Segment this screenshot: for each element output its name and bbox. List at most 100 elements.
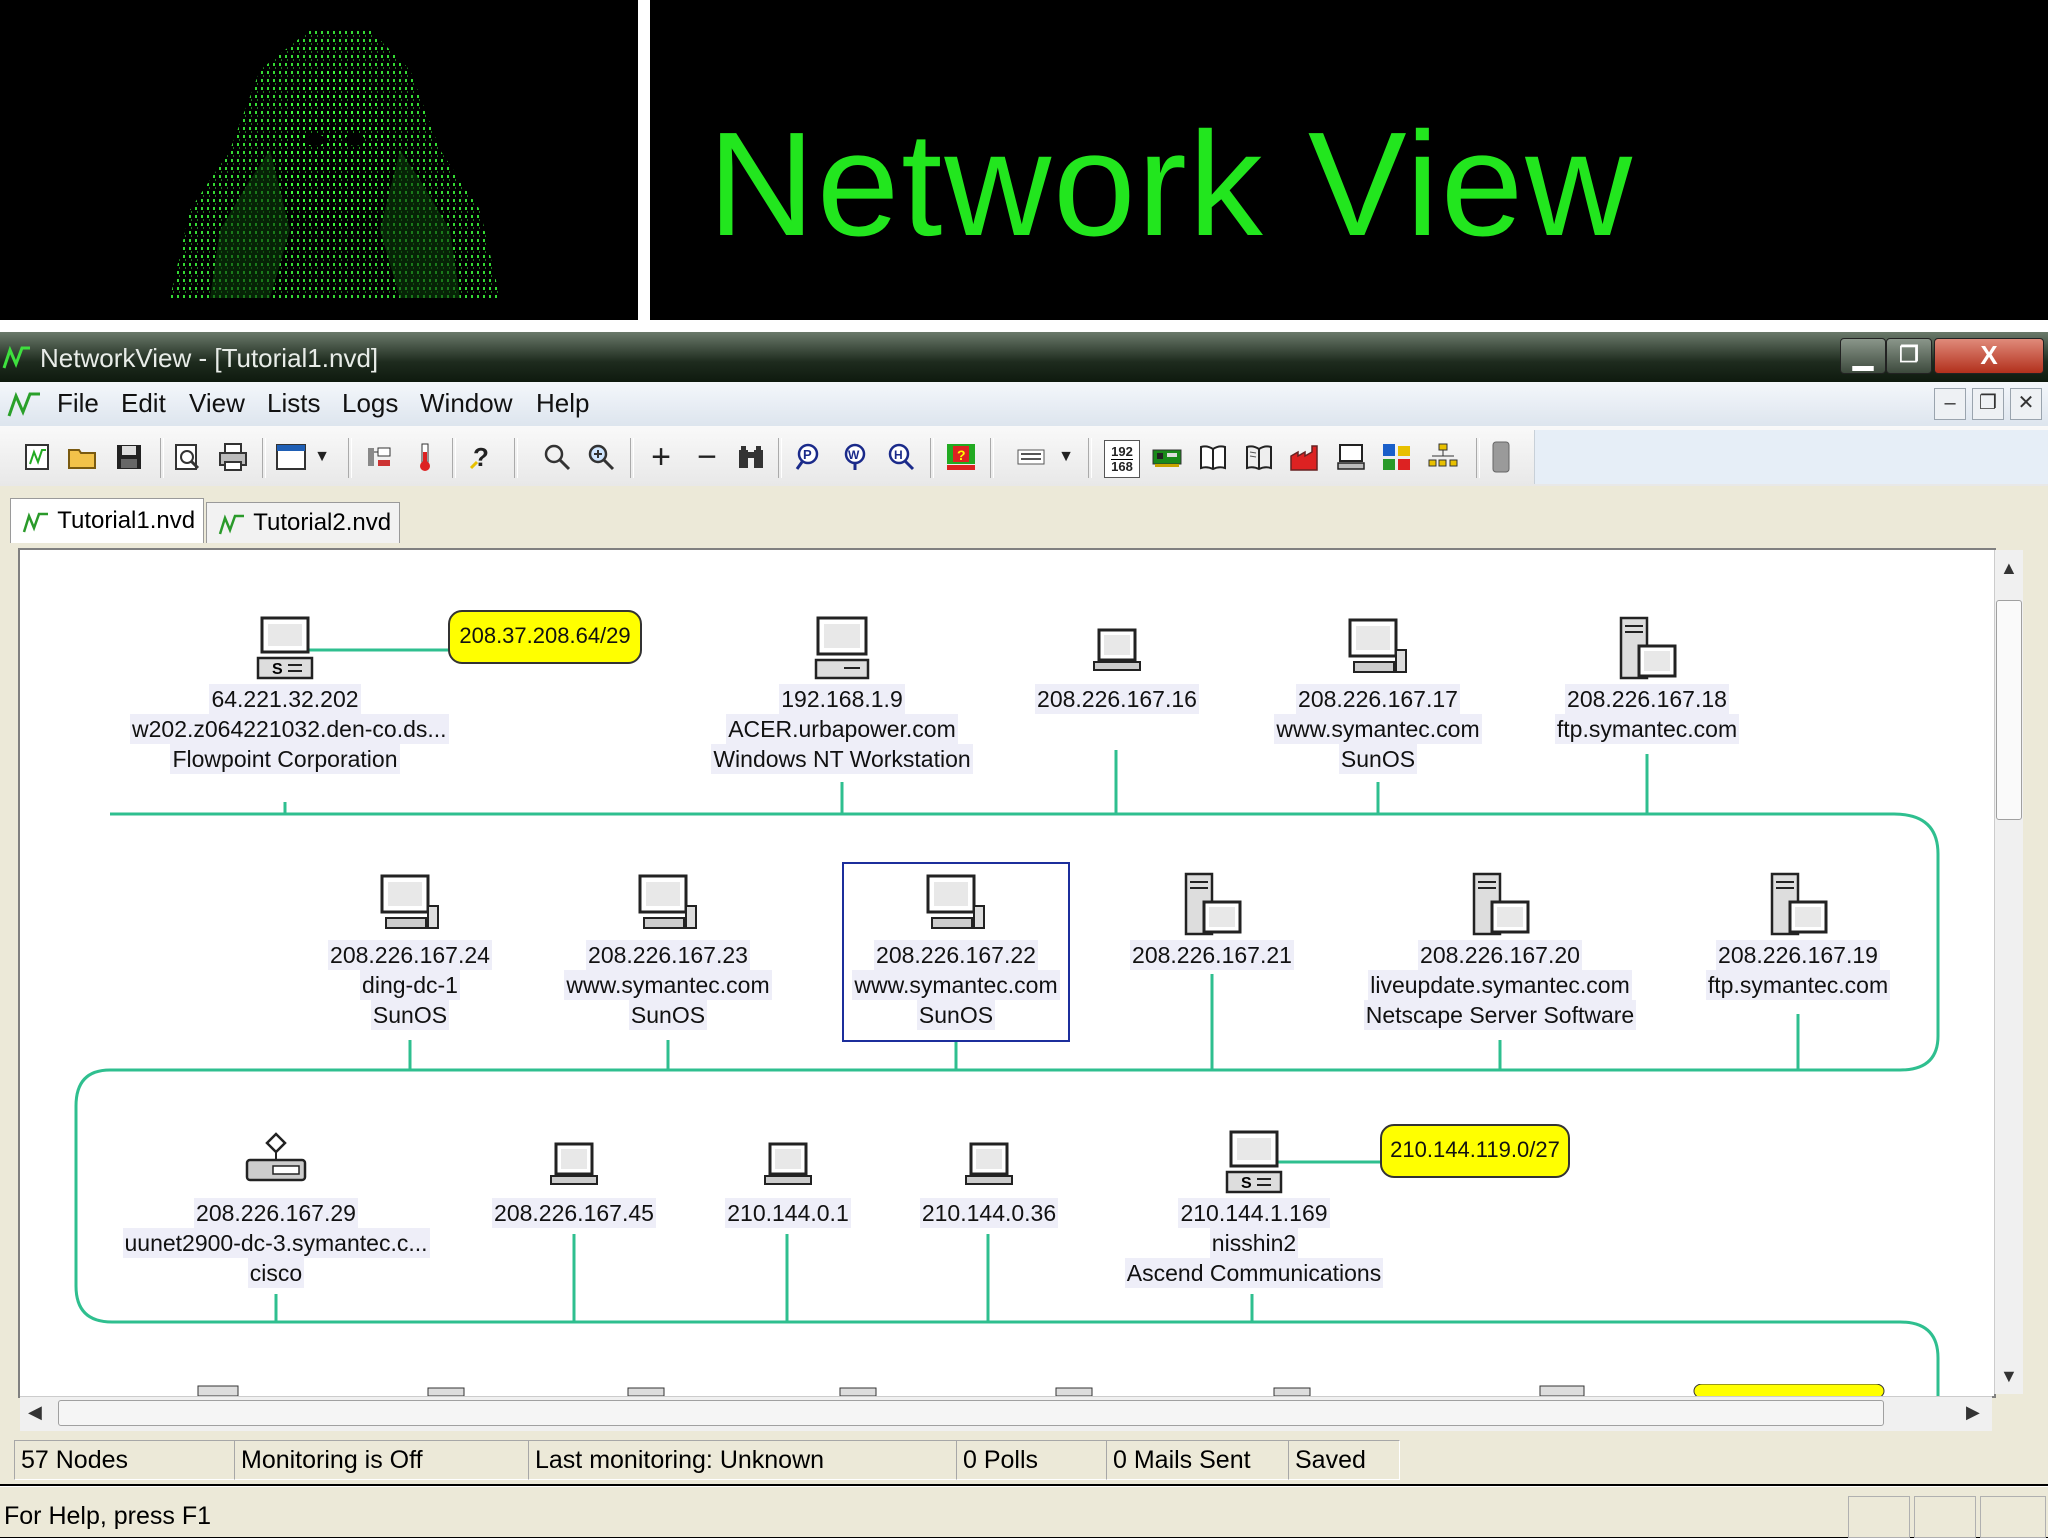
help-icon[interactable]: ? — [464, 440, 498, 474]
slide-title: Network View — [708, 102, 1635, 267]
network-tree-icon[interactable] — [1426, 440, 1460, 474]
network-node[interactable]: 192.168.1.9 ACER.urbapower.com Windows N… — [706, 616, 978, 774]
network-document-icon — [22, 512, 48, 533]
node-label: Flowpoint Corporation — [170, 744, 400, 774]
toolbar-separator — [778, 438, 782, 478]
close-button[interactable]: X — [1934, 338, 2044, 374]
list-view-icon[interactable] — [1014, 440, 1048, 474]
vertical-scroll-thumb[interactable] — [1996, 600, 2022, 820]
network-node[interactable]: 208.226.167.20 liveupdate.symantec.com N… — [1360, 872, 1640, 1030]
menu-edit[interactable]: Edit — [121, 388, 166, 419]
mdi-restore-button[interactable]: ❐ — [1972, 388, 2004, 420]
stop-monitor-icon[interactable] — [1484, 440, 1518, 474]
chevron-down-icon[interactable]: ▼ — [312, 440, 332, 474]
network-node[interactable]: 208.226.167.19 ftp.symantec.com — [1696, 872, 1900, 1000]
device-types-icon[interactable] — [1380, 440, 1414, 474]
factory-icon[interactable] — [1288, 440, 1322, 474]
computer-list-icon[interactable] — [1334, 440, 1368, 474]
network-node[interactable]: S 210.144.1.169 nisshin2 Ascend Communic… — [1116, 1130, 1392, 1288]
node-label: www.symantec.com — [852, 970, 1060, 1000]
menu-help[interactable]: Help — [536, 388, 589, 419]
node-properties-icon[interactable] — [362, 440, 396, 474]
mdi-minimize-button[interactable]: – — [1934, 388, 1966, 420]
tab-label: Tutorial1.nvd — [57, 507, 196, 534]
mdi-document-icon[interactable] — [6, 390, 44, 418]
node-label: Netscape Server Software — [1363, 1000, 1637, 1030]
network-node[interactable]: S 64.221.32.202 w202.z064221032.den-co.d… — [130, 616, 449, 774]
subnet-label[interactable]: 210.144.119.0/27 — [1380, 1124, 1570, 1178]
node-label: w202.z064221032.den-co.ds... — [130, 714, 449, 744]
binoculars-icon[interactable] — [734, 440, 768, 474]
toolbar-separator — [262, 438, 266, 478]
open-folder-icon[interactable] — [66, 440, 100, 474]
horizontal-scroll-thumb[interactable] — [58, 1400, 1884, 1426]
tab-tutorial2[interactable]: Tutorial2.nvd — [206, 502, 401, 543]
zoom-in-icon[interactable] — [584, 440, 618, 474]
whois-icon[interactable]: W — [838, 440, 872, 474]
workstation-icon — [926, 874, 985, 929]
network-node[interactable]: 210.144.0.1 — [720, 1130, 856, 1228]
network-node[interactable]: 210.144.0.36 — [916, 1130, 1062, 1228]
network-map-canvas[interactable]: S 64.221.32.202 w202.z064221032.den-co.d… — [18, 548, 1996, 1398]
toolbar-separator — [1088, 438, 1092, 478]
menu-view[interactable]: View — [189, 388, 245, 419]
matrix-figure-image — [110, 30, 530, 298]
svg-text:?: ? — [473, 442, 489, 472]
scroll-up-arrow-icon[interactable]: ▲ — [2000, 558, 2018, 579]
network-node[interactable]: 208.226.167.18 ftp.symantec.com — [1546, 616, 1748, 744]
scroll-down-arrow-icon[interactable]: ▼ — [2000, 1366, 2018, 1387]
network-node[interactable]: 208.226.167.16 — [1032, 616, 1202, 714]
node-label: ftp.symantec.com — [1705, 970, 1891, 1000]
node-label: SunOS — [370, 1000, 450, 1030]
help-hint: For Help, press F1 — [4, 1502, 212, 1530]
host-lookup-icon[interactable]: H — [884, 440, 918, 474]
book-icon[interactable] — [1196, 440, 1230, 474]
ip-address-toggle-button[interactable]: 192 168 — [1104, 440, 1140, 478]
add-icon[interactable]: + — [644, 438, 678, 476]
network-card-icon[interactable] — [1150, 440, 1184, 474]
minimize-button[interactable]: ▁ — [1840, 338, 1886, 374]
menu-lists[interactable]: Lists — [267, 388, 320, 419]
network-node[interactable]: 208.226.167.29 uunet2900-dc-3.symantec.c… — [120, 1130, 432, 1288]
banner-border — [0, 320, 2048, 332]
network-node[interactable]: 208.226.167.17 www.symantec.com SunOS — [1260, 616, 1496, 774]
menu-file[interactable]: File — [57, 388, 99, 419]
status-last-monitoring: Last monitoring: Unknown — [528, 1440, 958, 1480]
network-node[interactable]: 208.226.167.24 ding-dc-1 SunOS — [320, 872, 500, 1030]
open-book-icon[interactable] — [1242, 440, 1276, 474]
node-label: www.symantec.com — [1274, 714, 1482, 744]
status-monitoring: Monitoring is Off — [234, 1440, 530, 1480]
node-label: nisshin2 — [1209, 1228, 1299, 1258]
tab-tutorial1[interactable]: Tutorial1.nvd — [10, 498, 205, 543]
node-label: 208.226.167.22 — [874, 940, 1038, 970]
router-server-icon: S — [1225, 1130, 1283, 1194]
ping-icon[interactable]: P — [792, 440, 826, 474]
chevron-down-icon[interactable]: ▼ — [1056, 440, 1076, 474]
network-node[interactable]: 208.226.167.45 — [488, 1130, 660, 1228]
server-icon — [1770, 872, 1828, 936]
network-node[interactable]: 208.226.167.23 www.symantec.com SunOS — [550, 872, 786, 1030]
alert-icon[interactable]: ? — [944, 440, 978, 474]
scroll-left-arrow-icon[interactable]: ◀ — [28, 1402, 42, 1423]
print-preview-icon[interactable] — [170, 440, 204, 474]
menu-logs[interactable]: Logs — [342, 388, 398, 419]
node-label: 208.226.167.21 — [1130, 940, 1294, 970]
zoom-icon[interactable] — [540, 440, 574, 474]
scroll-right-arrow-icon[interactable]: ▶ — [1966, 1402, 1980, 1423]
remove-icon[interactable]: − — [690, 438, 724, 476]
save-icon[interactable] — [112, 440, 146, 474]
print-icon[interactable] — [216, 440, 250, 474]
node-label: 210.144.0.1 — [725, 1198, 851, 1228]
thermometer-icon[interactable] — [408, 440, 442, 474]
restore-button[interactable]: ❐ — [1886, 338, 1932, 374]
svg-text:W: W — [848, 448, 860, 462]
laptop-icon — [965, 1142, 1013, 1185]
mdi-close-button[interactable]: ✕ — [2010, 388, 2042, 420]
subnet-label[interactable]: 208.37.208.64/29 — [448, 610, 642, 664]
window-layout-icon[interactable] — [274, 440, 308, 474]
new-document-icon[interactable] — [20, 440, 54, 474]
network-node-selected[interactable]: 208.226.167.22 www.symantec.com SunOS — [838, 872, 1074, 1030]
network-node[interactable]: 208.226.167.21 — [1128, 872, 1296, 970]
menu-window[interactable]: Window — [420, 388, 512, 419]
server-icon — [1472, 872, 1530, 936]
